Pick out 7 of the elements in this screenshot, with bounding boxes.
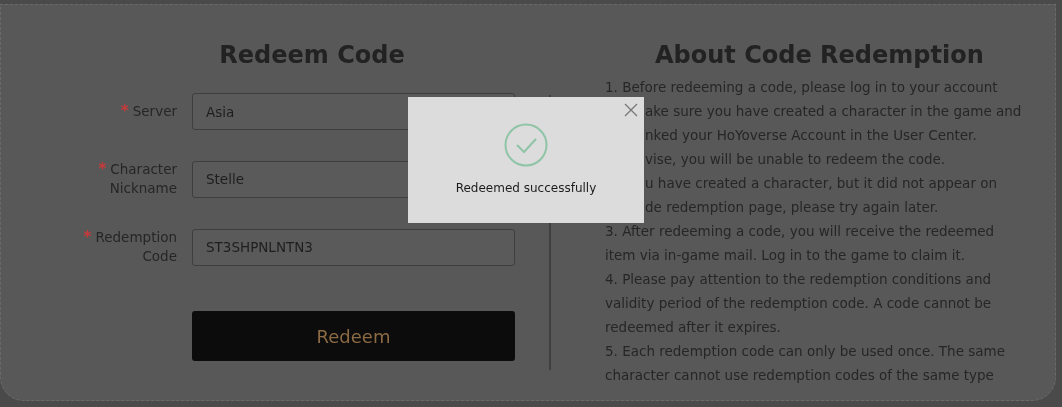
close-icon[interactable] (624, 103, 638, 117)
checkmark-icon (504, 123, 548, 167)
required-mark: * (120, 102, 129, 120)
input-field[interactable]: ST3SHPNLNTN3 (192, 228, 515, 266)
redeem-button[interactable]: Redeem (192, 311, 515, 361)
required-mark: * (98, 160, 107, 178)
required-mark: * (83, 228, 92, 246)
